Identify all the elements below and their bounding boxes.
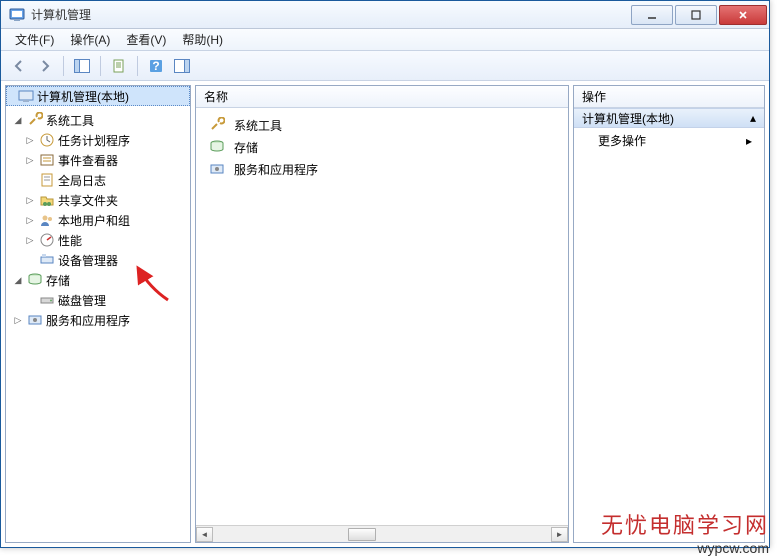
tree-global-log[interactable]: 全局日志: [8, 170, 188, 190]
watermark-line1: 无忧电脑学习网: [601, 508, 769, 540]
app-icon: [9, 7, 25, 23]
services-icon: [209, 161, 225, 177]
scroll-left-button[interactable]: ◄: [196, 527, 213, 542]
tree-root-label: 计算机管理(本地): [37, 88, 129, 105]
maximize-button[interactable]: [675, 5, 717, 25]
list-item-label: 存储: [234, 139, 258, 156]
properties-button[interactable]: [107, 54, 131, 78]
toolbar-separator: [63, 56, 64, 76]
minimize-button[interactable]: [631, 5, 673, 25]
close-button[interactable]: [719, 5, 767, 25]
window-frame: 计算机管理 文件(F) 操作(A) 查看(V) 帮助(H) ? 计算机管理(本地…: [0, 0, 770, 548]
tree-local-users[interactable]: ▷本地用户和组: [8, 210, 188, 230]
disk-icon: [39, 292, 55, 308]
log-icon: [39, 172, 55, 188]
tree-device-manager[interactable]: 设备管理器: [8, 250, 188, 270]
event-viewer-icon: [39, 152, 55, 168]
tree-disk-management[interactable]: 磁盘管理: [8, 290, 188, 310]
forward-button[interactable]: [33, 54, 57, 78]
performance-icon: [39, 232, 55, 248]
device-manager-icon: [39, 252, 55, 268]
list-item-system-tools[interactable]: 系统工具: [202, 114, 562, 136]
computer-icon: [18, 88, 34, 104]
toolbar-separator: [100, 56, 101, 76]
svg-text:?: ?: [152, 59, 159, 73]
scroll-track[interactable]: [213, 527, 551, 542]
collapse-icon[interactable]: ◢: [12, 115, 24, 126]
list-item-label: 服务和应用程序: [234, 161, 318, 178]
show-hide-tree-button[interactable]: [70, 54, 94, 78]
tree-panel: 计算机管理(本地) ◢ 系统工具 ▷任务计划程序 ▷事件查看器: [5, 85, 191, 543]
action-pane-button[interactable]: [170, 54, 194, 78]
action-label: 更多操作: [598, 132, 646, 149]
menu-action[interactable]: 操作(A): [62, 29, 118, 50]
menubar: 文件(F) 操作(A) 查看(V) 帮助(H): [1, 29, 769, 51]
actions-context-label: 计算机管理(本地): [582, 110, 674, 127]
list-header-name[interactable]: 名称: [196, 86, 568, 108]
actions-header: 操作: [574, 86, 764, 108]
list-item-storage[interactable]: 存储: [202, 136, 562, 158]
action-more-operations[interactable]: 更多操作 ▸: [574, 128, 764, 153]
menu-view[interactable]: 查看(V): [118, 29, 174, 50]
toolbar: ?: [1, 51, 769, 81]
collapse-icon[interactable]: ◢: [12, 275, 24, 286]
actions-panel: 操作 计算机管理(本地) ▴ 更多操作 ▸: [573, 85, 765, 543]
tree-storage[interactable]: ◢ 存储: [8, 270, 188, 290]
storage-icon: [27, 272, 43, 288]
expand-icon[interactable]: ▷: [24, 135, 36, 146]
collapse-arrow-icon: ▴: [750, 111, 756, 125]
toolbar-separator: [137, 56, 138, 76]
menu-file[interactable]: 文件(F): [7, 29, 62, 50]
list-item-label: 系统工具: [234, 117, 282, 134]
tree-root[interactable]: 计算机管理(本地): [6, 86, 190, 106]
list-panel: 名称 系统工具 存储 服务和应用程序 ◄ ►: [195, 85, 569, 543]
horizontal-scrollbar[interactable]: ◄ ►: [196, 525, 568, 542]
expand-icon[interactable]: ▷: [24, 235, 36, 246]
tree-event-viewer[interactable]: ▷事件查看器: [8, 150, 188, 170]
tools-icon: [209, 117, 225, 133]
tree-services-apps[interactable]: ▷ 服务和应用程序: [8, 310, 188, 330]
window-title: 计算机管理: [31, 6, 631, 23]
back-button[interactable]: [7, 54, 31, 78]
expand-icon[interactable]: ▷: [24, 215, 36, 226]
services-icon: [27, 312, 43, 328]
actions-context-header[interactable]: 计算机管理(本地) ▴: [574, 108, 764, 128]
tree-task-scheduler[interactable]: ▷任务计划程序: [8, 130, 188, 150]
expand-icon[interactable]: ▷: [12, 315, 24, 326]
scroll-thumb[interactable]: [348, 528, 376, 541]
tree-shared-folders[interactable]: ▷共享文件夹: [8, 190, 188, 210]
scroll-right-button[interactable]: ►: [551, 527, 568, 542]
tools-icon: [27, 112, 43, 128]
help-button[interactable]: ?: [144, 54, 168, 78]
watermark: 无忧电脑学习网 wypcw.com: [601, 508, 769, 556]
submenu-arrow-icon: ▸: [746, 134, 752, 148]
watermark-line2: wypcw.com: [601, 540, 769, 556]
storage-icon: [209, 139, 225, 155]
list-item-services-apps[interactable]: 服务和应用程序: [202, 158, 562, 180]
shared-folder-icon: [39, 192, 55, 208]
clock-icon: [39, 132, 55, 148]
expand-icon[interactable]: ▷: [24, 195, 36, 206]
expand-icon[interactable]: ▷: [24, 155, 36, 166]
tree-performance[interactable]: ▷性能: [8, 230, 188, 250]
menu-help[interactable]: 帮助(H): [174, 29, 231, 50]
tree-system-tools[interactable]: ◢ 系统工具: [8, 110, 188, 130]
users-icon: [39, 212, 55, 228]
titlebar[interactable]: 计算机管理: [1, 1, 769, 29]
